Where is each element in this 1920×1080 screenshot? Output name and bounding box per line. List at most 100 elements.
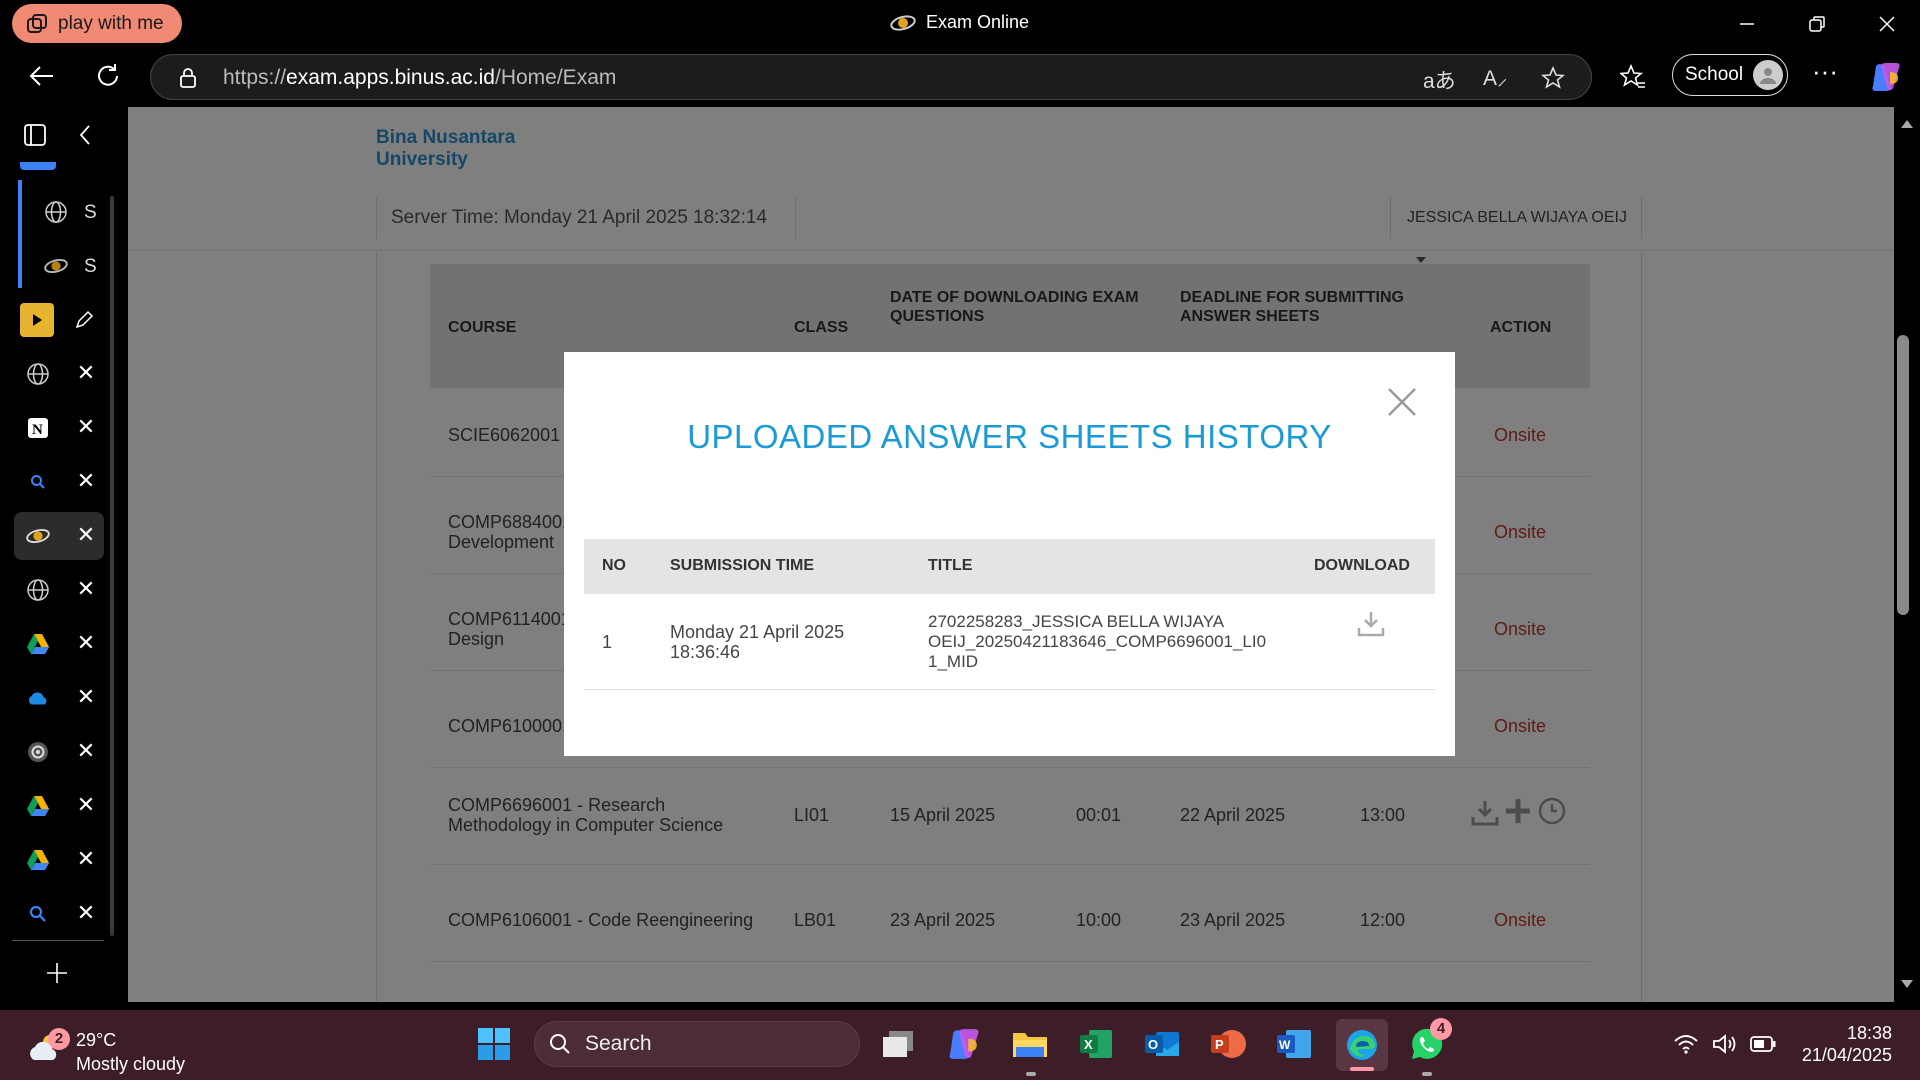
close-tab-icon[interactable]: ✕: [74, 630, 98, 656]
download-icon[interactable]: [1356, 610, 1386, 638]
sidebar-tab-10[interactable]: ✕: [14, 674, 104, 722]
modal-close-icon[interactable]: [1386, 386, 1418, 418]
tab-actions-icon[interactable]: [24, 124, 46, 146]
favorite-star-icon[interactable]: [1541, 66, 1565, 90]
profile-label: School: [1685, 64, 1744, 85]
restore-icon: [1809, 16, 1825, 32]
excel-icon: X: [1080, 1030, 1112, 1058]
active-indicator: [1350, 1067, 1374, 1071]
collapse-sidebar-icon[interactable]: [78, 124, 92, 146]
folder-icon: [1013, 1033, 1047, 1057]
sidebar-tab-6[interactable]: ✕: [14, 458, 104, 506]
edit-pencil-icon[interactable]: [74, 310, 94, 330]
sidebar-tab-4[interactable]: ✕: [14, 350, 104, 398]
close-tab-icon[interactable]: ✕: [74, 846, 98, 872]
edge-button[interactable]: [1336, 1019, 1388, 1071]
copilot-taskbar-button[interactable]: [944, 1024, 984, 1064]
restore-button[interactable]: [1782, 0, 1852, 48]
row-number: 1: [602, 632, 613, 652]
close-tab-icon[interactable]: ✕: [74, 468, 98, 494]
close-tab-icon[interactable]: ✕: [74, 576, 98, 602]
close-tab-icon[interactable]: ✕: [74, 360, 98, 386]
sidebar-tab-8[interactable]: ✕: [14, 566, 104, 614]
url-path: /Home/Exam: [495, 66, 617, 89]
more-menu-button[interactable]: ···: [1812, 56, 1838, 87]
submission-time-cell: Monday 21 April 2025 18:36:46: [670, 622, 844, 662]
excel-button[interactable]: X: [1076, 1024, 1116, 1064]
taskbar-clock[interactable]: 18:38 21/04/2025: [1780, 1022, 1892, 1066]
uploaded-history-modal: UPLOADED ANSWER SHEETS HISTORY NO SUBMIS…: [564, 352, 1455, 756]
table-row: 1 Monday 21 April 2025 18:36:46 27022582…: [584, 594, 1435, 690]
url-text: https://exam.apps.binus.ac.id/Home/Exam: [223, 66, 616, 90]
powerpoint-icon: P: [1211, 1030, 1246, 1058]
new-tab-plus-icon[interactable]: [46, 962, 68, 984]
close-tab-icon[interactable]: ✕: [74, 522, 98, 548]
onedrive-icon: [26, 686, 50, 710]
outlook-button[interactable]: O: [1142, 1024, 1182, 1064]
word-button[interactable]: W: [1274, 1024, 1314, 1064]
sidebar-tab-12[interactable]: ✕: [14, 782, 104, 830]
user-icon: [1760, 68, 1777, 84]
file-explorer-button[interactable]: [1010, 1024, 1050, 1064]
exam-online-icon: [890, 14, 916, 31]
sidebar-tab-13[interactable]: ✕: [14, 836, 104, 884]
clock-time: 18:38: [1846, 1023, 1892, 1043]
whatsapp-button[interactable]: 4: [1406, 1018, 1452, 1064]
profile-button[interactable]: School: [1672, 54, 1788, 96]
sidebar-tab-11[interactable]: ✕: [14, 728, 104, 776]
battery-icon[interactable]: [1750, 1036, 1776, 1052]
volume-icon[interactable]: [1712, 1034, 1738, 1054]
start-button[interactable]: [474, 1024, 514, 1064]
taskbar: 2 29°C Mostly cloudy Search X O P W 4 18…: [0, 1010, 1920, 1080]
scroll-up-arrow-icon[interactable]: [1900, 119, 1914, 129]
favorites-icon[interactable]: [1620, 64, 1646, 90]
sidebar-tab-active[interactable]: ✕: [14, 512, 104, 560]
close-tab-icon[interactable]: ✕: [74, 792, 98, 818]
tab-group-indicator: [20, 162, 56, 170]
th-no: NO: [602, 557, 626, 574]
read-aloud-icon[interactable]: A⸝: [1483, 64, 1508, 92]
task-view-button[interactable]: [878, 1024, 918, 1064]
close-tab-icon[interactable]: ✕: [74, 900, 98, 926]
th-title: TITLE: [928, 557, 973, 574]
close-tab-icon[interactable]: ✕: [74, 414, 98, 440]
weather-condition: Mostly cloudy: [76, 1054, 186, 1074]
page-scrollbar-thumb[interactable]: [1897, 335, 1909, 615]
sidebar-tab-5[interactable]: N ✕: [14, 404, 104, 452]
close-tab-icon[interactable]: ✕: [74, 738, 98, 764]
scroll-down-arrow-icon[interactable]: [1900, 979, 1914, 989]
svg-text:X: X: [1084, 1037, 1093, 1052]
weather-widget[interactable]: 2 29°C Mostly cloudy: [26, 1020, 226, 1074]
title-bar: play with me Exam Online: [0, 0, 1920, 48]
sidebar-tab-9[interactable]: ✕: [14, 620, 104, 668]
window-title: Exam Online: [890, 12, 1029, 33]
lock-icon: [180, 68, 196, 88]
copilot-icon[interactable]: [1870, 62, 1902, 92]
address-bar[interactable]: https://exam.apps.binus.ac.id/Home/Exam …: [150, 54, 1592, 100]
translate-icon[interactable]: aあ: [1423, 65, 1456, 95]
sidebar-tab-14[interactable]: ✕: [14, 890, 104, 938]
clock-date: 21/04/2025: [1801, 1045, 1892, 1065]
exam-online-icon: [44, 254, 68, 278]
minimize-button[interactable]: [1712, 0, 1782, 48]
play-with-me-button[interactable]: play with me: [12, 4, 182, 43]
sidebar-scrollbar[interactable]: [110, 196, 114, 936]
sidebar-tab-2[interactable]: S: [14, 242, 104, 290]
weather-badge: 2: [48, 1028, 70, 1050]
back-arrow-icon: [29, 66, 53, 86]
svg-text:W: W: [1279, 1038, 1291, 1052]
close-tab-icon[interactable]: ✕: [74, 684, 98, 710]
wifi-icon[interactable]: [1674, 1034, 1698, 1054]
powerpoint-button[interactable]: P: [1208, 1024, 1248, 1064]
title-line-2: OEIJ_20250421183646_COMP6696001_LI0: [928, 632, 1267, 651]
back-button[interactable]: [20, 56, 64, 96]
svg-text:P: P: [1215, 1037, 1224, 1052]
taskbar-search[interactable]: Search: [534, 1021, 860, 1067]
minimize-icon: [1740, 23, 1754, 25]
refresh-button[interactable]: [86, 56, 130, 96]
sidebar-tab-1[interactable]: S: [14, 188, 104, 236]
copy-tabs-icon: [27, 13, 47, 33]
close-window-button[interactable]: [1852, 0, 1920, 48]
search-icon: [550, 1034, 570, 1054]
sidebar-tab-3[interactable]: [14, 296, 104, 344]
